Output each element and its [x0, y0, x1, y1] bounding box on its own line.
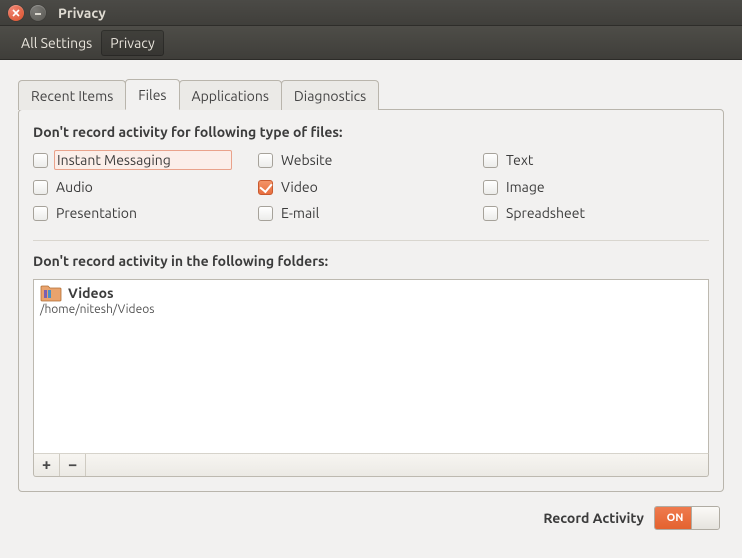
checkbox-label: Image [504, 178, 605, 196]
minimize-icon [33, 8, 43, 18]
checkbox-box [483, 153, 498, 168]
checkbox-label: Text [504, 151, 593, 169]
checkbox-image[interactable]: Image [483, 178, 683, 196]
folder-list[interactable]: Videos /home/nitesh/Videos [33, 279, 709, 454]
folder-videos-icon [40, 284, 62, 302]
checkbox-website[interactable]: Website [258, 150, 483, 170]
checkbox-box [33, 153, 48, 168]
content-area: Recent Items Files Applications Diagnost… [0, 60, 742, 558]
filetype-grid: Instant Messaging Website Text Audio Vid… [33, 150, 709, 222]
checkbox-box [33, 206, 48, 221]
tab-applications[interactable]: Applications [179, 80, 282, 110]
checkbox-label: Spreadsheet [504, 204, 645, 222]
checkbox-box [483, 206, 498, 221]
remove-folder-button[interactable]: − [60, 454, 86, 476]
tabs: Recent Items Files Applications Diagnost… [18, 78, 724, 109]
folder-path: /home/nitesh/Videos [40, 303, 702, 316]
tab-diagnostics[interactable]: Diagnostics [281, 80, 379, 110]
minimize-window-button[interactable] [30, 5, 46, 21]
checkbox-audio[interactable]: Audio [33, 178, 258, 196]
breadcrumb-privacy[interactable]: Privacy [101, 30, 163, 56]
checkbox-text[interactable]: Text [483, 150, 683, 170]
titlebar: Privacy [0, 0, 742, 26]
checkbox-box [258, 206, 273, 221]
folder-list-toolbar: + − [33, 453, 709, 477]
breadcrumb-all-settings[interactable]: All Settings [12, 30, 101, 56]
switch-knob [691, 507, 719, 529]
checkbox-box [483, 180, 498, 195]
checkbox-presentation[interactable]: Presentation [33, 204, 258, 222]
checkbox-instant-messaging[interactable]: Instant Messaging [33, 150, 258, 170]
checkbox-video[interactable]: Video [258, 178, 483, 196]
divider [33, 240, 709, 241]
add-folder-button[interactable]: + [34, 454, 60, 476]
checkbox-label: Audio [54, 178, 153, 196]
tab-files[interactable]: Files [125, 79, 179, 110]
filetypes-heading: Don't record activity for following type… [33, 124, 709, 140]
checkbox-label: Website [279, 151, 392, 169]
close-window-button[interactable] [8, 5, 24, 21]
record-activity-switch[interactable]: ON [654, 506, 720, 530]
checkbox-label: Video [279, 178, 378, 196]
switch-on-label: ON [655, 507, 695, 529]
checkbox-box [258, 180, 273, 195]
checkbox-spreadsheet[interactable]: Spreadsheet [483, 204, 683, 222]
folders-heading: Don't record activity in the following f… [33, 253, 709, 269]
folder-list-item[interactable]: Videos /home/nitesh/Videos [34, 280, 708, 318]
close-icon [11, 8, 21, 18]
checkbox-label: Instant Messaging [54, 150, 232, 170]
folder-name: Videos [68, 285, 114, 301]
footer: Record Activity ON [18, 492, 724, 532]
tab-recent-items[interactable]: Recent Items [18, 80, 126, 110]
checkbox-label: Presentation [54, 204, 197, 222]
record-activity-label: Record Activity [543, 510, 644, 526]
window-title: Privacy [58, 5, 106, 21]
checkbox-box [33, 180, 48, 195]
checkbox-label: E-mail [279, 204, 379, 222]
checkbox-box [258, 153, 273, 168]
breadcrumb: All Settings Privacy [0, 26, 742, 60]
checkbox-email[interactable]: E-mail [258, 204, 483, 222]
tab-panel-files: Don't record activity for following type… [18, 109, 724, 492]
